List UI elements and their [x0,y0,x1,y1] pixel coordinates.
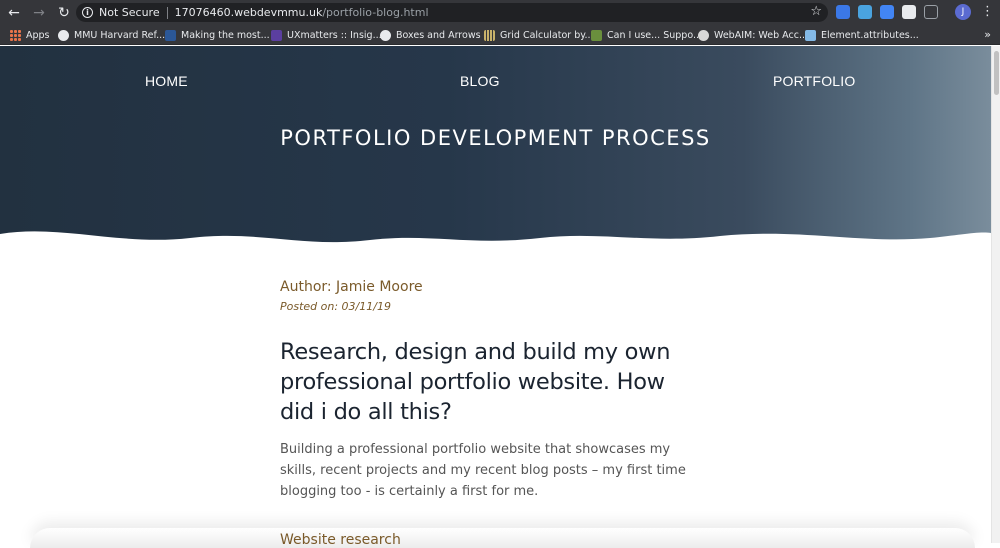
article-date: Posted on: 03/11/19 [280,300,391,313]
browser-toolbar: ← → ↻ i Not Secure 17076460.webdevmmu.uk… [0,0,1000,25]
back-arrow-icon[interactable]: ← [3,2,25,24]
hero-header: HOME BLOG PORTFOLIO PORTFOLIO DEVELOPMEN… [0,46,991,256]
mdn-icon [805,29,816,41]
extension-white-icon[interactable] [902,5,916,19]
address-bar[interactable]: i Not Secure 17076460.webdevmmu.uk/portf… [76,3,828,22]
article-headline: Research, design and build my own profes… [280,339,671,425]
word-doc-icon [165,29,176,41]
article-intro: Building a professional portfolio websit… [280,442,686,499]
bookmark-caniuse[interactable]: Can I use... Suppo... [591,25,702,45]
url-host: 17076460.webdevmmu.uk [174,6,323,19]
security-label: Not Secure [99,6,160,19]
globe-icon [380,29,391,41]
scrollbar-thumb[interactable] [994,51,999,95]
bookmark-label: Element.attributes... [821,29,919,41]
extension-gray-icon[interactable] [924,5,938,19]
section-subheading: Website research [280,532,401,548]
blog-article: Author: Jamie Moore Posted on: 03/11/19 … [280,270,700,502]
bookmark-label: Boxes and Arrows - [396,29,487,41]
bookmark-star-icon[interactable]: ☆ [810,4,822,19]
bookmark-element-attributes[interactable]: Element.attributes... [805,25,919,45]
bookmark-boxes-and-arrows[interactable]: Boxes and Arrows - [380,25,487,45]
article-author: Author: Jamie Moore [280,279,423,295]
bookmark-making-the-most[interactable]: Making the most... [165,25,270,45]
nav-blog-link[interactable]: BLOG [460,73,500,89]
forward-arrow-icon[interactable]: → [28,2,50,24]
browser-menu-icon[interactable]: ⋮ [981,4,994,20]
apps-grid-icon [10,29,21,41]
bookmark-mmu-harvard[interactable]: MMU Harvard Ref... [58,25,165,45]
bookmark-label: Grid Calculator by... [500,29,594,41]
url-path: /portfolio-blog.html [322,6,429,19]
bookmark-label: Making the most... [181,29,270,41]
bookmark-label: Apps [26,29,50,41]
bookmark-label: Can I use... Suppo... [607,29,703,41]
bookmark-uxmatters[interactable]: UXmatters :: Insig... [271,25,382,45]
webaim-icon [698,29,709,41]
bookmark-label: MMU Harvard Ref... [74,29,166,41]
page-scrollbar[interactable] [991,46,1000,543]
profile-avatar[interactable]: J [955,4,971,20]
bookmark-label: WebAIM: Web Acc... [714,29,808,41]
nav-home-link[interactable]: HOME [145,73,188,89]
google-translate-icon[interactable] [880,5,894,19]
nav-portfolio-link[interactable]: PORTFOLIO [773,73,855,89]
info-icon[interactable]: i [82,7,93,18]
content-card-edge [30,528,975,548]
extension-cyan-icon[interactable] [858,5,872,19]
grid-calculator-icon [484,29,495,41]
caniuse-icon [591,29,602,41]
url-separator [166,6,168,19]
bookmark-label: UXmatters :: Insig... [287,29,382,41]
bookmark-apps[interactable]: Apps [10,25,50,45]
wave-divider [0,231,991,256]
extension-icons [836,5,938,19]
bookmarks-bar: Apps MMU Harvard Ref... Making the most.… [0,25,1000,45]
reload-icon[interactable]: ↻ [53,2,75,24]
bookmark-webaim[interactable]: WebAIM: Web Acc... [698,25,808,45]
globe-icon [58,29,69,41]
uxmatters-icon [271,29,282,41]
extension-blue-icon[interactable] [836,5,850,19]
bookmark-grid-calculator[interactable]: Grid Calculator by... [484,25,594,45]
more-bookmarks-icon[interactable]: » [984,28,991,41]
page-title: PORTFOLIO DEVELOPMENT PROCESS [280,126,711,150]
